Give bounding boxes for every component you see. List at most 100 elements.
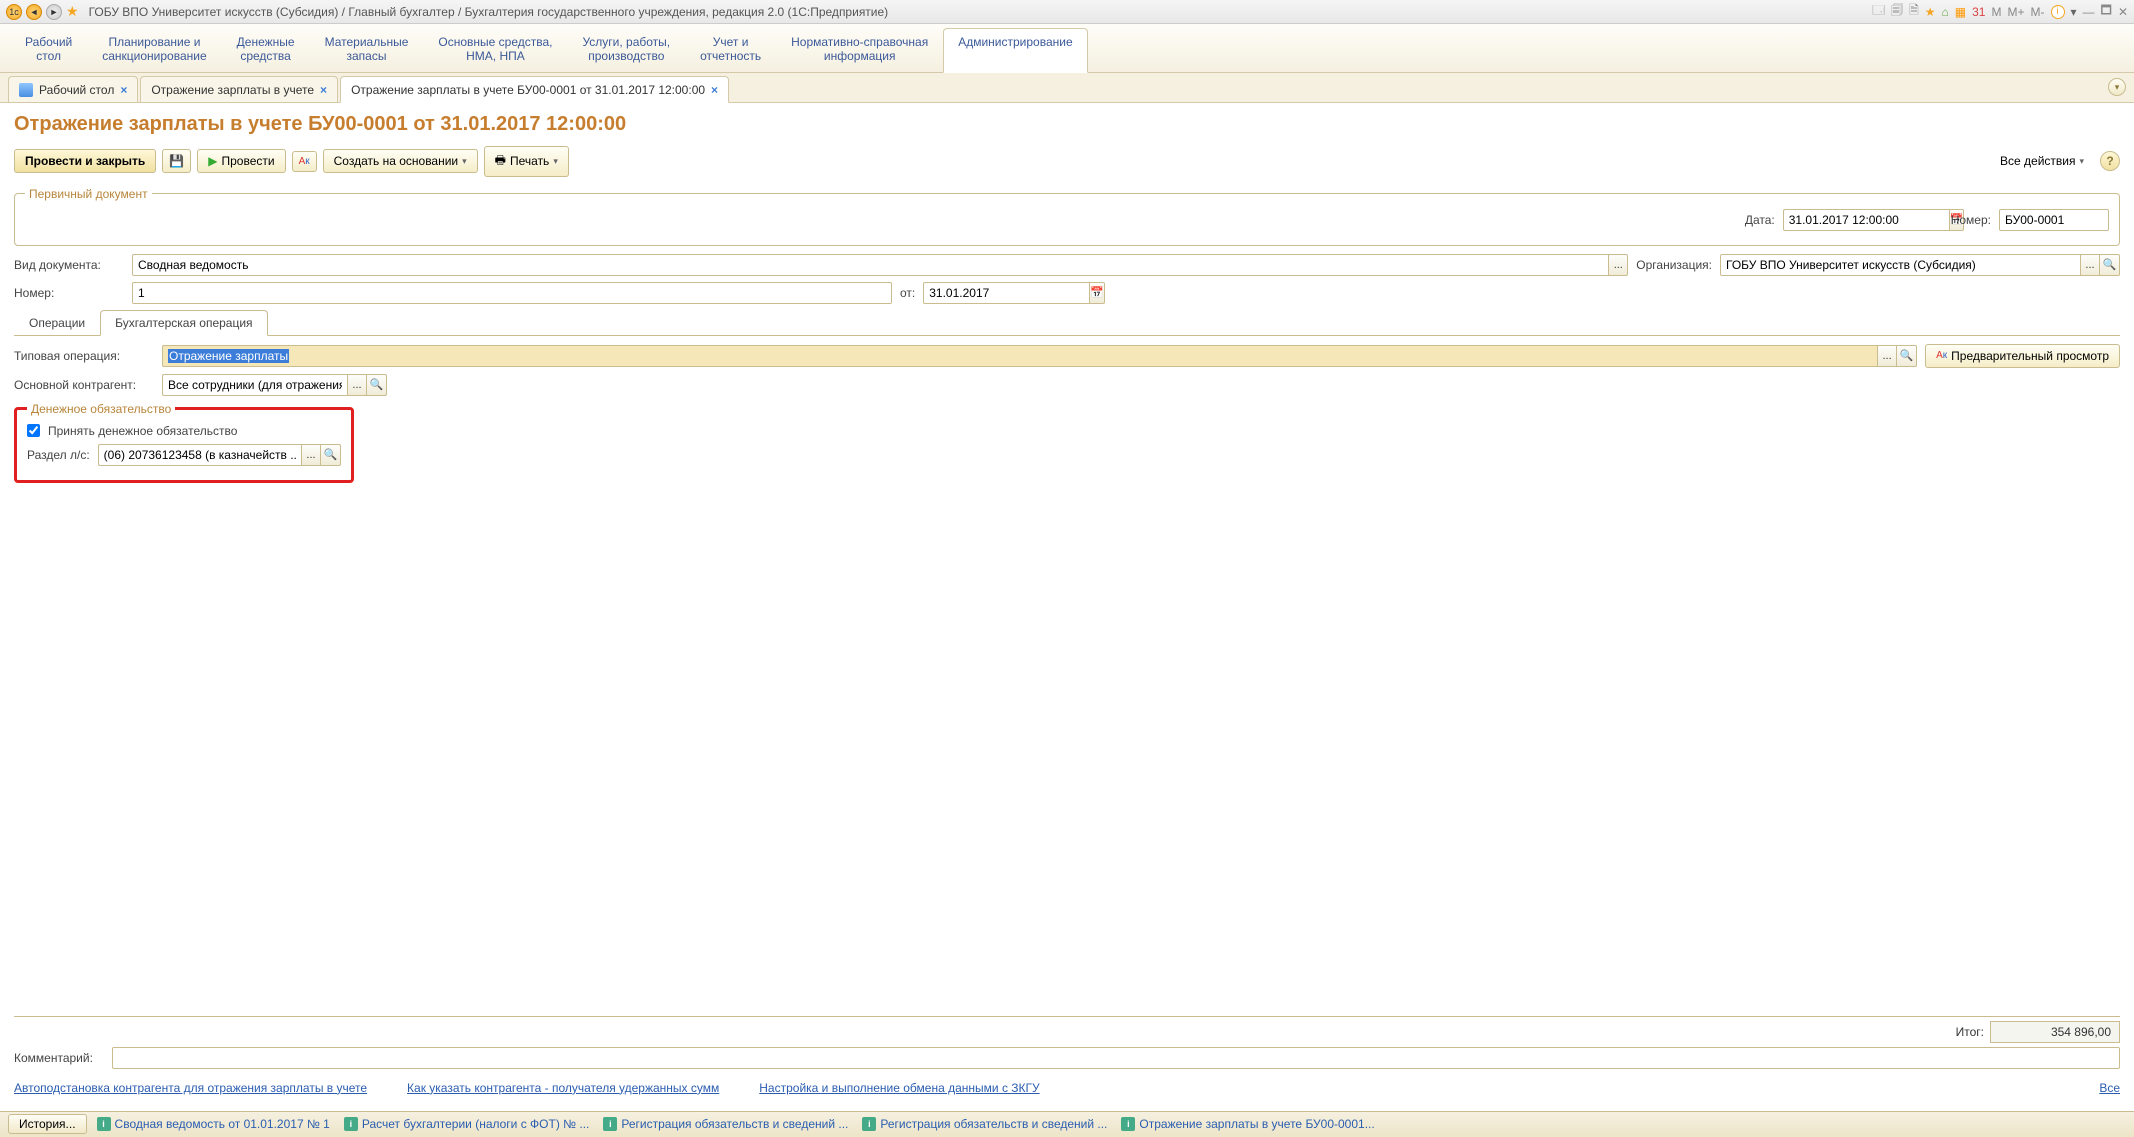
history-button[interactable]: История...: [8, 1114, 87, 1134]
doc-type-field[interactable]: [132, 254, 1608, 276]
tb-mplus[interactable]: М+: [2007, 5, 2024, 19]
preview-button[interactable]: Ак Предварительный просмотр: [1925, 344, 2120, 368]
nav-fwd-icon: ►: [46, 4, 62, 20]
tb-icon[interactable]: 🗎: [1909, 1, 1919, 22]
section-tab-materials[interactable]: Материальные запасы: [310, 28, 424, 72]
number2-field[interactable]: [132, 282, 892, 304]
link-all[interactable]: Все: [2099, 1081, 2120, 1095]
link-row: Автоподстановка контрагента для отражени…: [14, 1075, 2120, 1101]
tb-calendar-icon[interactable]: 31: [1972, 5, 1985, 19]
tb-icon[interactable]: 🗐: [1891, 1, 1903, 22]
section-tab-desktop[interactable]: Рабочий стол: [10, 28, 87, 72]
select-icon[interactable]: ...: [2080, 254, 2100, 276]
doc-tab-salary-doc[interactable]: Отражение зарплаты в учете БУ00-0001 от …: [340, 76, 729, 103]
tab-accounting-operation[interactable]: Бухгалтерская операция: [100, 310, 267, 336]
doc-tab-label: Отражение зарплаты в учете: [151, 83, 314, 97]
tb-star2-icon[interactable]: ★: [1925, 5, 1936, 19]
sb-item[interactable]: iОтражение зарплаты в учете БУ00-0001...: [1117, 1117, 1378, 1131]
tab-operations[interactable]: Операции: [14, 310, 100, 335]
tb-mminus[interactable]: М-: [2031, 5, 2045, 19]
close-icon[interactable]: ×: [320, 83, 327, 97]
sb-item[interactable]: iРасчет бухгалтерии (налоги с ФОТ) № ...: [340, 1117, 594, 1131]
section-tab-reporting[interactable]: Учет и отчетность: [685, 28, 776, 72]
info-icon: i: [862, 1117, 876, 1131]
maximize-icon[interactable]: 🗖: [2101, 1, 2112, 22]
chevron-down-icon: ▾: [2079, 156, 2084, 167]
all-actions-button[interactable]: Все действия ▾: [1990, 150, 2094, 172]
comment-field[interactable]: [112, 1047, 2120, 1069]
section-tab-services[interactable]: Услуги, работы, производство: [567, 28, 685, 72]
minimize-icon[interactable]: —: [2083, 5, 2095, 19]
section-tab-refdata[interactable]: Нормативно-справочная информация: [776, 28, 943, 72]
doc-tab-salary-list[interactable]: Отражение зарплаты в учете ×: [140, 76, 338, 102]
save-button[interactable]: 💾: [162, 149, 191, 173]
sb-item[interactable]: iРегистрация обязательств и сведений ...: [599, 1117, 852, 1131]
close-icon[interactable]: ×: [120, 83, 127, 97]
dk-icon: Ак: [299, 156, 310, 167]
org-field[interactable]: [1720, 254, 2080, 276]
expand-all-icon[interactable]: ▾: [2108, 78, 2126, 96]
typical-op-field[interactable]: Отражение зарплаты: [162, 345, 1877, 367]
date-field[interactable]: [1783, 209, 1949, 231]
dropdown-icon[interactable]: ▾: [2071, 5, 2077, 19]
select-icon[interactable]: ...: [347, 374, 367, 396]
close-icon[interactable]: ×: [711, 83, 718, 97]
doc-tab-desktop[interactable]: Рабочий стол ×: [8, 76, 138, 102]
search-icon[interactable]: 🔍: [1897, 345, 1917, 367]
nav-back-icon[interactable]: ◄: [26, 4, 42, 20]
tb-home-icon[interactable]: ⌂: [1942, 5, 1949, 19]
from-date-field[interactable]: [923, 282, 1089, 304]
help-button[interactable]: ?: [2100, 151, 2120, 171]
document-content: Отражение зарплаты в учете БУ00-0001 от …: [0, 103, 2134, 1111]
close-icon[interactable]: ✕: [2118, 5, 2128, 19]
from-label: от:: [900, 286, 915, 300]
doc-tab-label: Отражение зарплаты в учете БУ00-0001 от …: [351, 83, 705, 97]
post-and-close-button[interactable]: Провести и закрыть: [14, 149, 156, 173]
section-tabs: Рабочий стол Планирование и санкциониров…: [0, 24, 2134, 73]
number2-label: Номер:: [14, 286, 124, 300]
titlebar: 1c ◄ ► ★ ГОБУ ВПО Университет искусств (…: [0, 0, 2134, 24]
info-icon: i: [603, 1117, 617, 1131]
accept-obligation-checkbox[interactable]: [27, 424, 40, 437]
printer-icon: 🖶: [495, 151, 506, 172]
tb-calc-icon[interactable]: ▦: [1955, 5, 1966, 19]
accounting-panel: Типовая операция: Отражение зарплаты ...…: [14, 344, 2120, 1047]
section-tab-admin[interactable]: Администрирование: [943, 28, 1087, 73]
section-ls-label: Раздел л/с:: [27, 448, 90, 462]
search-icon[interactable]: 🔍: [367, 374, 387, 396]
dk-icon: Ак: [1936, 350, 1947, 361]
toolbar: Провести и закрыть 💾 ▶ Провести Ак Созда…: [14, 146, 2120, 177]
tb-m[interactable]: М: [1991, 5, 2001, 19]
link-exchange[interactable]: Настройка и выполнение обмена данными с …: [759, 1081, 1039, 1095]
dk-button[interactable]: Ак: [292, 151, 317, 172]
titlebar-right: 🗔 🗐 🗎 ★ ⌂ ▦ 31 М М+ М- i ▾ — 🗖 ✕: [1872, 1, 2128, 22]
calendar-icon[interactable]: 📅: [1089, 282, 1105, 304]
link-autosubst[interactable]: Автоподстановка контрагента для отражени…: [14, 1081, 367, 1095]
post-button[interactable]: ▶ Провести: [197, 149, 285, 173]
doc-tab-label: Рабочий стол: [39, 83, 114, 97]
app-menu-icon[interactable]: 1c: [6, 4, 22, 20]
print-button[interactable]: 🖶 Печать ▾: [484, 146, 569, 177]
create-based-button[interactable]: Создать на основании ▾: [323, 149, 478, 173]
tb-icon[interactable]: 🗔: [1872, 1, 1885, 22]
page-title: Отражение зарплаты в учете БУ00-0001 от …: [14, 113, 2120, 136]
sb-item[interactable]: iСводная ведомость от 01.01.2017 № 1: [93, 1117, 334, 1131]
sb-item[interactable]: iРегистрация обязательств и сведений ...: [858, 1117, 1111, 1131]
select-icon[interactable]: ...: [1608, 254, 1628, 276]
link-howto-contr[interactable]: Как указать контрагента - получателя уде…: [407, 1081, 719, 1095]
search-icon[interactable]: 🔍: [321, 444, 341, 466]
select-icon[interactable]: ...: [301, 444, 321, 466]
section-tab-money[interactable]: Денежные средства: [222, 28, 310, 72]
search-icon[interactable]: 🔍: [2100, 254, 2120, 276]
section-ls-field[interactable]: [98, 444, 301, 466]
section-tab-assets[interactable]: Основные средства, НМА, НПА: [423, 28, 567, 72]
money-obligation-group: Денежное обязательство Принять денежное …: [14, 402, 354, 483]
select-icon[interactable]: ...: [1877, 345, 1897, 367]
number-field[interactable]: [1999, 209, 2109, 231]
favorite-icon[interactable]: ★: [66, 3, 79, 20]
info-icon[interactable]: i: [2051, 5, 2065, 19]
main-contr-field[interactable]: [162, 374, 347, 396]
document-tabs: Рабочий стол × Отражение зарплаты в учет…: [0, 73, 2134, 103]
doc-type-label: Вид документа:: [14, 258, 124, 272]
section-tab-planning[interactable]: Планирование и санкционирование: [87, 28, 221, 72]
